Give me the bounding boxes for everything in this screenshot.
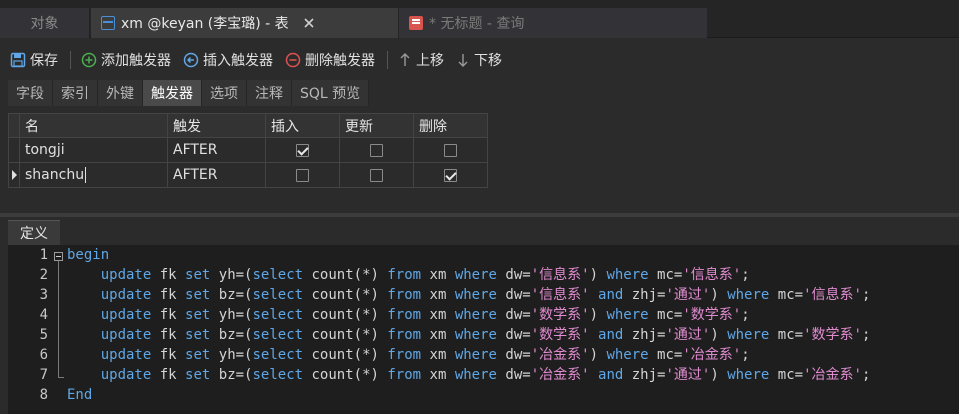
update-cell — [340, 138, 414, 163]
save-label: 保存 — [30, 53, 58, 69]
insert-checkbox[interactable] — [296, 143, 309, 157]
code-line[interactable]: update fk set yh=(select count(*) from x… — [67, 265, 870, 285]
line-number: 5 — [39, 327, 48, 343]
tab-label: xm @keyan (李宝璐) - 表 — [121, 16, 289, 32]
tab-triggers[interactable]: 触发器 — [143, 80, 202, 106]
insert-trigger-label: 插入触发器 — [203, 53, 273, 69]
line-number: 3 — [39, 287, 48, 303]
toolbar-divider — [70, 51, 71, 69]
line-number: 1 — [39, 247, 48, 263]
column-header-update[interactable]: 更新 — [340, 113, 414, 138]
trigger-name-cell[interactable]: tongji — [20, 138, 168, 163]
code-lines[interactable]: begin update fk set yh=(select count(*) … — [67, 245, 870, 405]
delete-checkbox[interactable] — [444, 143, 457, 157]
current-row-arrow-icon — [11, 170, 17, 180]
tab-definition[interactable]: 定义 — [8, 220, 60, 245]
tab-bar: 对象 xm @keyan (李宝璐) - 表 * 无标题 - 查询 — [0, 0, 959, 38]
tab-sql-preview[interactable]: SQL 预览 — [292, 80, 370, 106]
save-button[interactable]: 保存 — [10, 50, 58, 70]
update-checkbox[interactable] — [370, 143, 383, 157]
tab-label: * 无标题 - 查询 — [429, 16, 525, 32]
row-indicator-header — [8, 113, 20, 138]
move-up-button[interactable]: 上移 — [398, 50, 444, 70]
tab-comment[interactable]: 注释 — [247, 80, 292, 106]
tab-label: 对象 — [30, 16, 59, 32]
add-trigger-label: 添加触发器 — [101, 53, 171, 69]
trigger-grid: 名 触发 插入 更新 删除 tongji AFTER shanchu AFTER — [8, 113, 488, 188]
trigger-fire-cell[interactable]: AFTER — [168, 163, 266, 188]
close-icon[interactable] — [303, 17, 315, 29]
code-line[interactable]: begin — [67, 245, 870, 265]
code-line[interactable]: update fk set yh=(select count(*) from x… — [67, 345, 870, 365]
table-icon — [101, 16, 115, 30]
delete-icon — [285, 52, 301, 68]
move-down-label: 下移 — [474, 53, 502, 69]
sql-editor[interactable]: 1 2 3 4 5 6 7 8 begin update fk set yh=(… — [8, 245, 959, 414]
insert-trigger-button[interactable]: 插入触发器 — [183, 50, 273, 70]
line-number: 8 — [39, 387, 48, 403]
line-number-gutter: 1 2 3 4 5 6 7 8 — [8, 245, 48, 414]
row-indicator — [8, 138, 20, 163]
trigger-name-text: shanchu — [25, 167, 85, 183]
move-down-button[interactable]: 下移 — [456, 50, 502, 70]
line-number: 6 — [39, 347, 48, 363]
add-icon — [81, 52, 97, 68]
insert-icon — [183, 52, 199, 68]
arrow-down-icon — [458, 54, 468, 67]
line-number: 2 — [39, 267, 48, 283]
grid-header: 名 触发 插入 更新 删除 — [8, 113, 488, 138]
delete-checkbox[interactable] — [444, 168, 457, 182]
column-header-name[interactable]: 名 — [20, 113, 168, 138]
line-number: 4 — [39, 307, 48, 323]
delete-cell — [414, 163, 488, 188]
tab-table-design[interactable]: xm @keyan (李宝璐) - 表 — [91, 8, 398, 38]
code-line[interactable]: update fk set yh=(select count(*) from x… — [67, 305, 870, 325]
insert-checkbox[interactable] — [296, 168, 309, 182]
query-icon — [409, 16, 423, 30]
insert-cell — [266, 138, 340, 163]
add-trigger-button[interactable]: 添加触发器 — [81, 50, 171, 70]
arrow-up-icon — [400, 53, 410, 66]
code-line[interactable]: update fk set bz=(select count(*) from x… — [67, 365, 871, 385]
tab-foreign-keys[interactable]: 外键 — [98, 80, 143, 106]
delete-trigger-button[interactable]: 删除触发器 — [285, 50, 375, 70]
tab-options[interactable]: 选项 — [202, 80, 247, 106]
move-up-label: 上移 — [416, 53, 444, 69]
toolbar: 保存 添加触发器 插入触发器 删除触发器 上移 下移 — [0, 42, 959, 78]
text-caret — [85, 167, 87, 183]
panel-splitter[interactable] — [0, 213, 959, 217]
insert-cell — [266, 163, 340, 188]
tab-untitled-query[interactable]: * 无标题 - 查询 — [399, 8, 707, 38]
tab-fields[interactable]: 字段 — [8, 80, 53, 106]
fold-collapse-icon[interactable] — [54, 252, 63, 261]
code-line[interactable]: update fk set bz=(select count(*) from x… — [67, 285, 871, 305]
save-icon — [10, 52, 26, 68]
delete-trigger-label: 删除触发器 — [305, 53, 375, 69]
delete-cell — [414, 138, 488, 163]
column-header-insert[interactable]: 插入 — [266, 113, 340, 138]
code-line[interactable]: End — [67, 385, 870, 405]
update-checkbox[interactable] — [370, 168, 383, 182]
designer-tabs: 字段 索引 外键 触发器 选项 注释 SQL 预览 — [8, 80, 370, 106]
trigger-fire-cell[interactable]: AFTER — [168, 138, 266, 163]
line-number: 7 — [39, 367, 48, 383]
toolbar-divider — [387, 51, 388, 69]
tab-objects[interactable]: 对象 — [0, 8, 90, 38]
column-header-delete[interactable]: 删除 — [414, 113, 488, 138]
column-header-fire[interactable]: 触发 — [168, 113, 266, 138]
trigger-name-cell[interactable]: shanchu — [20, 163, 168, 188]
fold-guide — [58, 261, 59, 378]
tab-indexes[interactable]: 索引 — [53, 80, 98, 106]
row-indicator — [8, 163, 20, 188]
update-cell — [340, 163, 414, 188]
table-row[interactable]: shanchu AFTER — [8, 163, 488, 188]
table-row[interactable]: tongji AFTER — [8, 138, 488, 163]
fold-guide-end — [58, 377, 64, 378]
code-line[interactable]: update fk set bz=(select count(*) from x… — [67, 325, 871, 345]
